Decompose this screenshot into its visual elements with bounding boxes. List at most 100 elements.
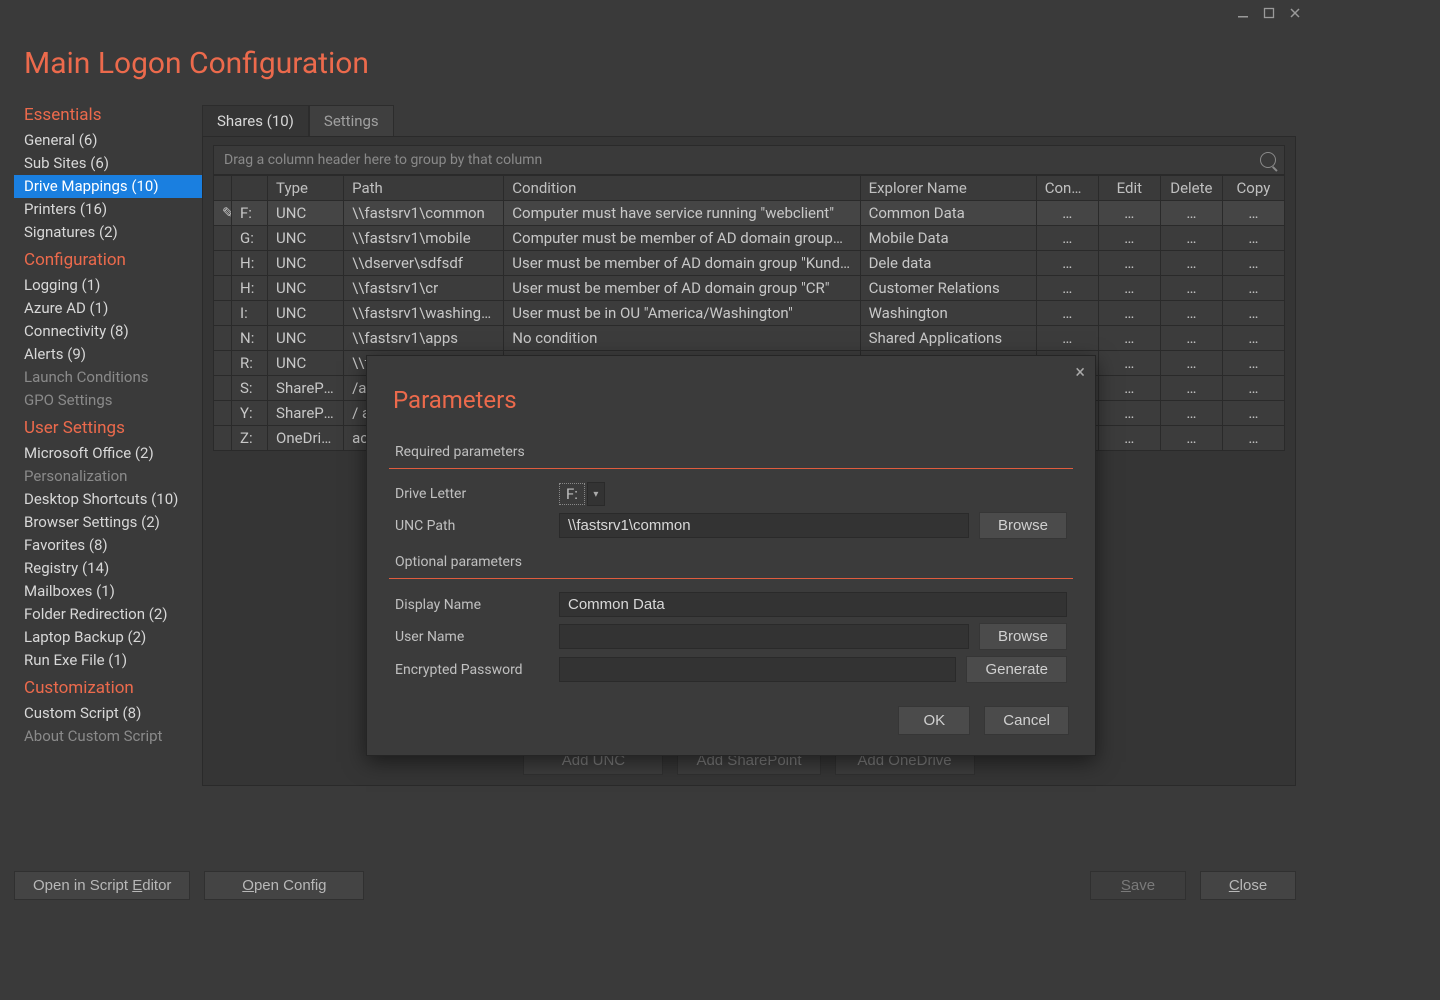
condition-action[interactable]: … <box>1036 201 1098 226</box>
edit-action[interactable]: … <box>1098 376 1160 401</box>
tab[interactable]: Settings <box>309 105 394 136</box>
copy-action[interactable]: … <box>1222 401 1284 426</box>
copy-action[interactable]: … <box>1222 301 1284 326</box>
condition-action[interactable]: … <box>1036 276 1098 301</box>
delete-action[interactable]: … <box>1160 376 1222 401</box>
row-handle-icon[interactable] <box>214 376 232 401</box>
table-row[interactable]: G:UNC\\fastsrv1\mobileComputer must be m… <box>214 226 1285 251</box>
sidebar-item[interactable]: Mailboxes (1) <box>14 580 202 603</box>
copy-action[interactable]: … <box>1222 226 1284 251</box>
edit-action[interactable]: … <box>1098 276 1160 301</box>
sidebar-item[interactable]: GPO Settings <box>14 389 202 412</box>
row-handle-icon[interactable] <box>214 226 232 251</box>
copy-action[interactable]: … <box>1222 351 1284 376</box>
delete-action[interactable]: … <box>1160 251 1222 276</box>
search-icon[interactable] <box>1260 152 1276 168</box>
sidebar-item[interactable]: Connectivity (8) <box>14 320 202 343</box>
dialog-close-icon[interactable]: × <box>1075 362 1085 383</box>
delete-action[interactable]: … <box>1160 326 1222 351</box>
column-header[interactable]: Explorer Name <box>860 176 1036 201</box>
sidebar-item[interactable]: Personalization <box>14 465 202 488</box>
row-handle-icon[interactable] <box>214 301 232 326</box>
edit-action[interactable]: … <box>1098 201 1160 226</box>
sidebar-item[interactable]: Sub Sites (6) <box>14 152 202 175</box>
browse-unc-button[interactable]: Browse <box>979 512 1067 539</box>
row-handle-icon[interactable]: ✎ <box>214 201 232 226</box>
close-button[interactable]: Close <box>1200 871 1296 900</box>
condition-action[interactable]: … <box>1036 326 1098 351</box>
edit-action[interactable]: … <box>1098 326 1160 351</box>
delete-action[interactable]: … <box>1160 426 1222 451</box>
sidebar-item[interactable]: Microsoft Office (2) <box>14 442 202 465</box>
row-handle-icon[interactable] <box>214 251 232 276</box>
delete-action[interactable]: … <box>1160 401 1222 426</box>
row-handle-icon[interactable] <box>214 426 232 451</box>
table-row[interactable]: I:UNC\\fastsrv1\washingtonUser must be i… <box>214 301 1285 326</box>
row-handle-icon[interactable] <box>214 401 232 426</box>
column-header[interactable] <box>232 176 268 201</box>
drive-letter-select[interactable]: F: <box>559 483 585 505</box>
table-row[interactable]: H:UNC\\dserver\sdfsdfUser must be member… <box>214 251 1285 276</box>
sidebar-item[interactable]: Custom Script (8) <box>14 702 202 725</box>
column-header[interactable]: Copy <box>1222 176 1284 201</box>
edit-action[interactable]: … <box>1098 301 1160 326</box>
copy-action[interactable]: … <box>1222 376 1284 401</box>
sidebar-item[interactable]: Logging (1) <box>14 274 202 297</box>
delete-action[interactable]: … <box>1160 201 1222 226</box>
sidebar-item[interactable]: Azure AD (1) <box>14 297 202 320</box>
maximize-button[interactable] <box>1258 4 1280 22</box>
cancel-button[interactable]: Cancel <box>984 706 1069 735</box>
sidebar-item[interactable]: Alerts (9) <box>14 343 202 366</box>
sidebar-item[interactable]: About Custom Script <box>14 725 202 748</box>
row-handle-icon[interactable] <box>214 276 232 301</box>
sidebar-item[interactable]: Folder Redirection (2) <box>14 603 202 626</box>
edit-action[interactable]: … <box>1098 426 1160 451</box>
column-header[interactable]: Path <box>344 176 504 201</box>
tab[interactable]: Shares (10) <box>202 105 309 136</box>
sidebar-item[interactable]: Launch Conditions <box>14 366 202 389</box>
edit-action[interactable]: … <box>1098 251 1160 276</box>
delete-action[interactable]: … <box>1160 351 1222 376</box>
browse-user-button[interactable]: Browse <box>979 623 1067 650</box>
sidebar-item[interactable]: Browser Settings (2) <box>14 511 202 534</box>
condition-action[interactable]: … <box>1036 251 1098 276</box>
generate-password-button[interactable]: Generate <box>966 656 1067 683</box>
edit-action[interactable]: … <box>1098 401 1160 426</box>
sidebar-item[interactable]: Laptop Backup (2) <box>14 626 202 649</box>
sidebar-item[interactable]: General (6) <box>14 129 202 152</box>
delete-action[interactable]: … <box>1160 276 1222 301</box>
copy-action[interactable]: … <box>1222 201 1284 226</box>
open-script-editor-button[interactable]: Open in Script Editor <box>14 871 190 900</box>
close-window-button[interactable] <box>1284 4 1306 22</box>
copy-action[interactable]: … <box>1222 251 1284 276</box>
row-handle-icon[interactable] <box>214 351 232 376</box>
edit-action[interactable]: … <box>1098 351 1160 376</box>
password-input[interactable] <box>559 657 956 682</box>
chevron-down-icon[interactable]: ▾ <box>587 482 605 506</box>
delete-action[interactable]: … <box>1160 226 1222 251</box>
column-header[interactable] <box>214 176 232 201</box>
sidebar-item[interactable]: Run Exe File (1) <box>14 649 202 672</box>
copy-action[interactable]: … <box>1222 326 1284 351</box>
table-row[interactable]: N:UNC\\fastsrv1\appsNo conditionShared A… <box>214 326 1285 351</box>
sidebar-item[interactable]: Desktop Shortcuts (10) <box>14 488 202 511</box>
display-name-input[interactable] <box>559 592 1067 617</box>
condition-action[interactable]: … <box>1036 226 1098 251</box>
ok-button[interactable]: OK <box>898 706 970 735</box>
table-row[interactable]: H:UNC\\fastsrv1\crUser must be member of… <box>214 276 1285 301</box>
table-row[interactable]: ✎F:UNC\\fastsrv1\commonComputer must hav… <box>214 201 1285 226</box>
sidebar-item[interactable]: Signatures (2) <box>14 221 202 244</box>
copy-action[interactable]: … <box>1222 426 1284 451</box>
column-header[interactable]: Condition <box>1036 176 1098 201</box>
edit-action[interactable]: … <box>1098 226 1160 251</box>
delete-action[interactable]: … <box>1160 301 1222 326</box>
sidebar-item[interactable]: Drive Mappings (10) <box>14 175 202 198</box>
column-header[interactable]: Delete <box>1160 176 1222 201</box>
unc-path-input[interactable] <box>559 513 969 538</box>
sidebar-item[interactable]: Registry (14) <box>14 557 202 580</box>
column-header[interactable]: Type <box>268 176 344 201</box>
row-handle-icon[interactable] <box>214 326 232 351</box>
column-header[interactable]: Condition <box>504 176 860 201</box>
column-header[interactable]: Edit <box>1098 176 1160 201</box>
copy-action[interactable]: … <box>1222 276 1284 301</box>
